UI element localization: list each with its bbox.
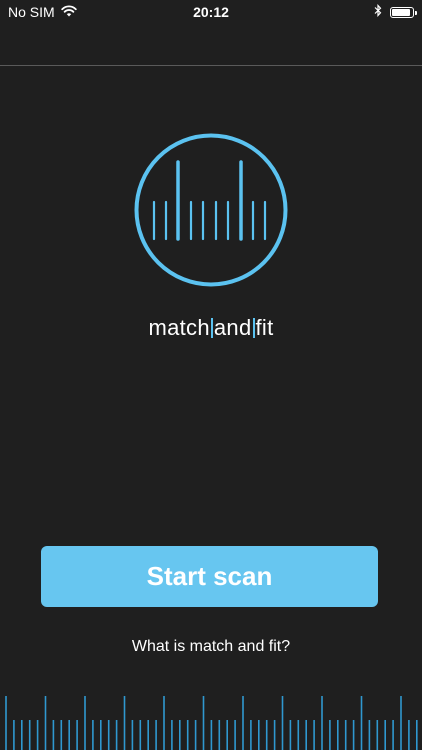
ruler-decoration — [5, 696, 418, 750]
battery-fill — [392, 8, 410, 16]
logo-ring — [134, 133, 288, 287]
brand-wordmark: match and fit — [0, 315, 422, 341]
brand-separator — [210, 318, 213, 338]
bluetooth-icon — [374, 3, 382, 20]
brand-part-match: match — [148, 315, 210, 340]
start-scan-button[interactable]: Start scan — [41, 546, 378, 607]
brand-part-and: and — [213, 315, 252, 340]
logo-icon — [134, 133, 288, 287]
brand-part-fit: fit — [255, 315, 274, 340]
carrier-label: No SIM — [8, 4, 55, 20]
brand-separator — [252, 318, 255, 338]
status-bar: No SIM 20:12 — [0, 0, 422, 24]
battery-icon — [390, 6, 417, 18]
clock: 20:12 — [193, 4, 229, 20]
status-right — [294, 3, 417, 20]
app-screen: No SIM 20:12 match and fit Start scan Wh… — [0, 0, 422, 750]
status-left: No SIM — [8, 4, 128, 20]
wifi-icon — [60, 4, 77, 20]
what-is-match-and-fit-link[interactable]: What is match and fit? — [0, 638, 422, 656]
header-divider — [0, 65, 422, 66]
